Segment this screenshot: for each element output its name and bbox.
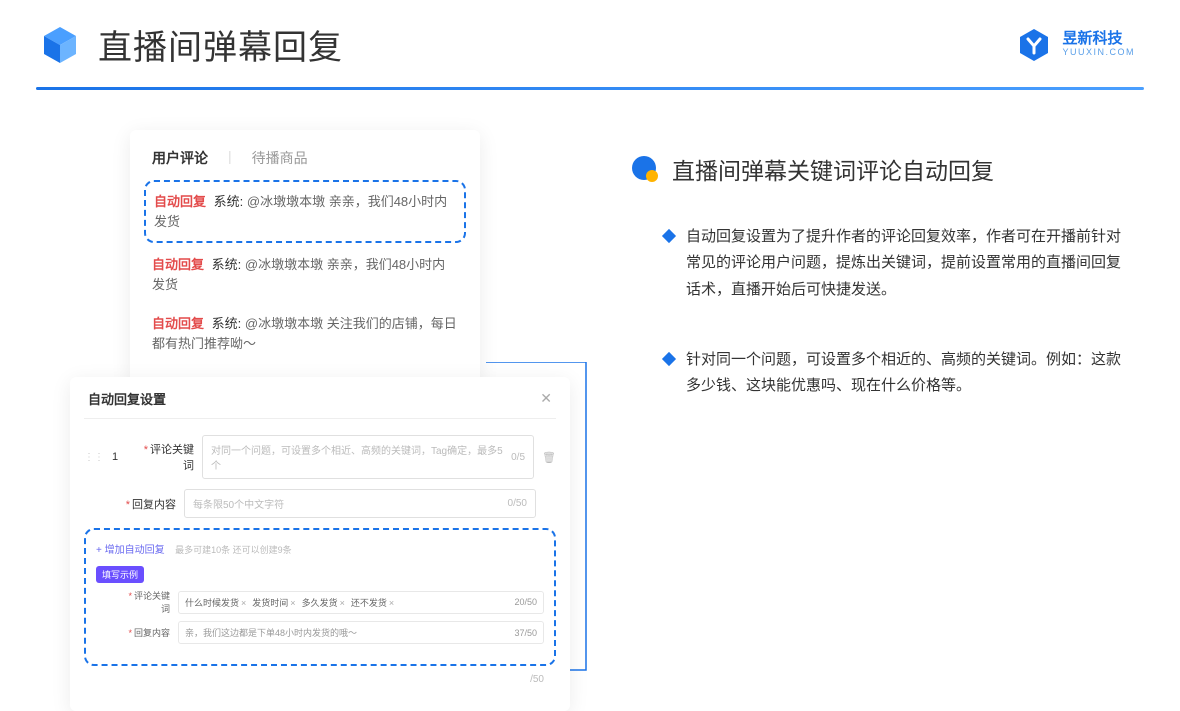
tab-pending-goods[interactable]: 待播商品 — [252, 148, 308, 168]
left-column: 用户评论 | 待播商品 自动回复 系统: @冰墩墩本墩 亲亲，我们48小时内发货… — [70, 130, 570, 711]
example-tag[interactable]: 还不发货 — [351, 596, 394, 609]
header-left: 直播间弹幕回复 — [40, 20, 343, 69]
auto-reply-label: 自动回复 — [154, 194, 206, 209]
example-tags: 什么时候发货 发货时间 多久发货 还不发货 — [185, 596, 394, 609]
system-label: 系统: — [214, 194, 244, 209]
example-content-value: 亲，我们这边都是下单48小时内发货的哦～ — [185, 626, 357, 639]
example-content-input[interactable]: 亲，我们这边都是下单48小时内发货的哦～ 37/50 — [178, 621, 544, 644]
section-title: 直播间弹幕关键词评论自动回复 — [672, 152, 994, 186]
trash-icon[interactable]: 🗑 — [542, 451, 556, 464]
page-header: 直播间弹幕回复 昱新科技 YUUXIN.COM — [0, 0, 1180, 69]
keyword-input[interactable]: 对同一个问题，可设置多个相近、高频的关键词，Tag确定，最多5个 0/5 — [202, 435, 534, 479]
example-block: + 增加自动回复 最多可建10条 还可以创建9条 填写示例 *评论关键词 什么时… — [84, 528, 556, 666]
example-tag[interactable]: 什么时候发货 — [185, 596, 246, 609]
example-tag[interactable]: 发货时间 — [252, 596, 295, 609]
add-auto-reply-row: + 增加自动回复 最多可建10条 还可以创建9条 — [96, 540, 544, 558]
cube-logo-icon — [40, 25, 80, 65]
diamond-icon — [662, 352, 676, 366]
content-input[interactable]: 每条限50个中文字符 0/50 — [184, 489, 536, 518]
bullet-item: 自动回复设置为了提升作者的评论回复效率，作者可在开播前针对常见的评论用户问题，提… — [630, 224, 1144, 303]
example-badge: 填写示例 — [96, 566, 144, 583]
diamond-icon — [662, 229, 676, 243]
brand: 昱新科技 YUUXIN.COM — [1016, 27, 1135, 63]
example-content-label: *回复内容 — [120, 626, 170, 639]
content-label: *回复内容 — [120, 496, 176, 512]
row-number: 1 — [112, 451, 130, 463]
brand-logo-icon — [1016, 27, 1052, 63]
comments-card: 用户评论 | 待播商品 自动回复 系统: @冰墩墩本墩 亲亲，我们48小时内发货… — [130, 130, 480, 387]
page-title: 直播间弹幕回复 — [98, 20, 343, 69]
content-placeholder: 每条限50个中文字符 — [193, 496, 284, 511]
bullet-text: 针对同一个问题，可设置多个相近的、高频的关键词。例如：这款多少钱、这块能优惠吗、… — [686, 347, 1126, 400]
system-label: 系统: — [212, 316, 242, 331]
drag-handle-icon[interactable]: ⋮⋮ — [84, 452, 104, 463]
sphere-icon — [630, 154, 660, 184]
main-content: 用户评论 | 待播商品 自动回复 系统: @冰墩墩本墩 亲亲，我们48小时内发货… — [0, 90, 1180, 711]
section-head: 直播间弹幕关键词评论自动回复 — [630, 152, 1144, 186]
settings-card: 自动回复设置 ✕ ⋮⋮ 1 *评论关键词 对同一个问题，可设置多个相近、高频的关… — [70, 377, 570, 711]
example-kw-counter: 20/50 — [514, 597, 537, 607]
right-column: 直播间弹幕关键词评论自动回复 自动回复设置为了提升作者的评论回复效率，作者可在开… — [630, 130, 1144, 711]
bullet-item: 针对同一个问题，可设置多个相近的、高频的关键词。例如：这款多少钱、这块能优惠吗、… — [630, 347, 1144, 400]
add-auto-reply-link[interactable]: + 增加自动回复 — [96, 545, 165, 556]
keyword-counter: 0/5 — [511, 452, 525, 463]
system-label: 系统: — [212, 257, 242, 272]
tabs: 用户评论 | 待播商品 — [152, 148, 458, 178]
form-row-keyword: ⋮⋮ 1 *评论关键词 对同一个问题，可设置多个相近、高频的关键词，Tag确定，… — [84, 435, 556, 479]
tab-separator: | — [228, 148, 232, 168]
form-row-content: *回复内容 每条限50个中文字符 0/50 — [84, 489, 556, 518]
brand-text: 昱新科技 YUUXIN.COM — [1062, 31, 1135, 57]
settings-title: 自动回复设置 — [88, 389, 166, 408]
auto-reply-label: 自动回复 — [152, 316, 204, 331]
example-keyword-row: *评论关键词 什么时候发货 发货时间 多久发货 还不发货 20/50 — [96, 589, 544, 615]
brand-sub: YUUXIN.COM — [1062, 48, 1135, 58]
example-content-counter: 37/50 — [514, 628, 537, 638]
tab-user-comments[interactable]: 用户评论 — [152, 148, 208, 168]
settings-header: 自动回复设置 ✕ — [84, 389, 556, 419]
comment-row: 自动回复 系统: @冰墩墩本墩 亲亲，我们48小时内发货 — [152, 245, 458, 304]
keyword-label: *评论关键词 — [138, 441, 194, 473]
add-hint: 最多可建10条 还可以创建9条 — [175, 545, 292, 555]
stub-line: /50 — [96, 668, 544, 691]
bullet-text: 自动回复设置为了提升作者的评论回复效率，作者可在开播前针对常见的评论用户问题，提… — [686, 224, 1126, 303]
close-icon[interactable]: ✕ — [540, 390, 552, 407]
brand-name: 昱新科技 — [1062, 31, 1135, 48]
stub-rows: /50 — [84, 666, 556, 691]
example-content-row: *回复内容 亲，我们这边都是下单48小时内发货的哦～ 37/50 — [96, 621, 544, 644]
example-tag[interactable]: 多久发货 — [302, 596, 345, 609]
comment-row-highlighted: 自动回复 系统: @冰墩墩本墩 亲亲，我们48小时内发货 — [144, 180, 466, 243]
keyword-placeholder: 对同一个问题，可设置多个相近、高频的关键词，Tag确定，最多5个 — [211, 442, 511, 472]
auto-reply-label: 自动回复 — [152, 257, 204, 272]
example-keyword-input[interactable]: 什么时候发货 发货时间 多久发货 还不发货 20/50 — [178, 591, 544, 614]
comment-row: 自动回复 系统: @冰墩墩本墩 关注我们的店铺，每日都有热门推荐呦～ — [152, 304, 458, 363]
example-keyword-label: *评论关键词 — [120, 589, 170, 615]
content-counter: 0/50 — [508, 498, 527, 509]
